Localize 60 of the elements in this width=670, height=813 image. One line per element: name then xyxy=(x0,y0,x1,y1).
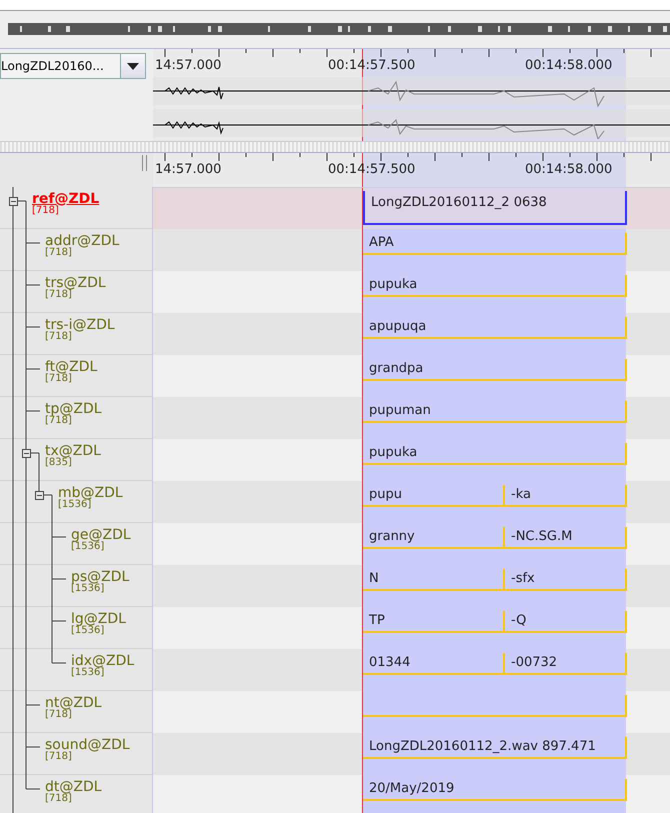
tier-name[interactable]: ge@ZDL xyxy=(71,528,131,542)
annotation[interactable]: LongZDL20160112_2 0638 xyxy=(363,191,627,225)
dropdown-value: LongZDL20160... xyxy=(1,58,105,75)
tier-name[interactable]: addr@ZDL xyxy=(45,234,120,248)
annotation-count: [1536] xyxy=(71,542,104,552)
tier-name[interactable]: tx@ZDL xyxy=(45,444,101,458)
annotation-count: [1536] xyxy=(71,584,104,594)
time-label: 14:57.000 xyxy=(155,162,222,177)
annotation[interactable]: apupuqa xyxy=(363,317,627,339)
tier-name[interactable]: sound@ZDL xyxy=(45,738,130,752)
annotation-count: [835] xyxy=(45,458,72,468)
tier-name[interactable]: idx@ZDL xyxy=(71,654,134,668)
tier-name[interactable]: ft@ZDL xyxy=(45,360,98,374)
annotation-count: [718] xyxy=(45,416,72,426)
tier-name[interactable]: ps@ZDL xyxy=(71,570,130,584)
annotation[interactable]: 20/May/2019 xyxy=(363,779,627,801)
annotation[interactable]: -ka xyxy=(505,485,627,507)
annotation-count: [718] xyxy=(32,206,59,216)
time-label: 14:57.000 xyxy=(155,58,222,73)
annotation[interactable]: N xyxy=(363,569,505,591)
annotation[interactable]: pupuka xyxy=(363,275,627,297)
tier-name[interactable]: trs@ZDL xyxy=(45,276,106,290)
tier-name[interactable]: mb@ZDL xyxy=(58,486,123,500)
annotation[interactable]: pupuka xyxy=(363,443,627,465)
tier-name[interactable]: tp@ZDL xyxy=(45,402,102,416)
annotation[interactable]: -Q xyxy=(505,611,627,633)
annotation[interactable]: -NC.SG.M xyxy=(505,527,627,549)
annotation[interactable]: pupu xyxy=(363,485,505,507)
collapse-toggle-icon[interactable] xyxy=(9,197,18,206)
annotation[interactable]: 01344 xyxy=(363,653,505,675)
media-dropdown[interactable]: LongZDL20160... xyxy=(0,53,146,79)
tier-name[interactable]: nt@ZDL xyxy=(45,696,102,710)
annotation-count: [1536] xyxy=(71,668,104,678)
annotation[interactable]: TP xyxy=(363,611,505,633)
time-label: 00:14:58.000 xyxy=(525,162,612,177)
annotation-count: [1536] xyxy=(58,500,92,510)
dropdown-button[interactable] xyxy=(120,54,145,78)
annotation-count: [718] xyxy=(45,794,72,804)
annotation-count: [718] xyxy=(45,710,72,720)
tier-name[interactable]: lg@ZDL xyxy=(71,612,126,626)
tier-name[interactable]: trs-i@ZDL xyxy=(45,318,115,332)
collapse-toggle-icon[interactable] xyxy=(35,491,44,500)
annotation-count: [718] xyxy=(45,290,72,300)
annotation-count: [718] xyxy=(45,374,72,384)
annotation-count: [1536] xyxy=(71,626,104,636)
annotation[interactable]: LongZDL20160112_2.wav 897.471 xyxy=(363,737,627,759)
annotation[interactable]: granny xyxy=(363,527,505,549)
tier-name[interactable]: dt@ZDL xyxy=(45,780,102,794)
collapse-toggle-icon[interactable] xyxy=(22,449,31,458)
annotation-count: [718] xyxy=(45,752,72,762)
time-label: 00:14:58.000 xyxy=(525,58,612,73)
annotation-count: [718] xyxy=(45,332,72,342)
annotation[interactable]: grandpa xyxy=(363,359,627,381)
annotation[interactable]: -sfx xyxy=(505,569,627,591)
caret-icon xyxy=(127,62,139,70)
annotation[interactable]: -00732 xyxy=(505,653,627,675)
annotation[interactable]: APA xyxy=(363,233,627,255)
overview-drawing[interactable] xyxy=(8,23,670,35)
annotation-count: [718] xyxy=(45,248,72,258)
annotation[interactable]: pupuman xyxy=(363,401,627,423)
